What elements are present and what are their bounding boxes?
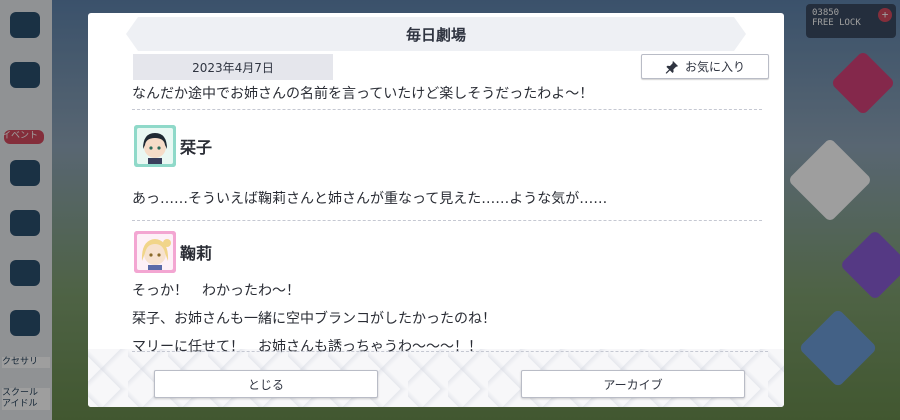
pin-icon	[665, 60, 679, 73]
divider	[132, 220, 762, 221]
dialogue-line: 栞子、お姉さんも一緒に空中ブランコがしたかったのね！	[132, 311, 496, 327]
speaker-name: 鞠莉	[180, 244, 213, 263]
favorite-button[interactable]: お気に入り	[641, 54, 769, 79]
divider	[132, 109, 762, 110]
dialogue-log[interactable]: なんだか途中でお姉さんの名前を言っていたけど楽しそうだったわよ〜！ 栞子 あっ……	[132, 85, 768, 355]
speaker-header: 鞠莉	[134, 231, 212, 273]
archive-button[interactable]: アーカイブ	[521, 370, 745, 398]
dialogue-line: あっ……そういえば鞠莉さんと姉さんが重なって見えた……ような気が……	[132, 191, 608, 207]
modal-title: 毎日劇場	[405, 25, 466, 44]
date-label: 2023年4月7日	[133, 54, 333, 80]
dialogue-line: そっか！ わかったわ〜！	[132, 283, 300, 299]
daily-theater-modal: 毎日劇場 2023年4月7日 お気に入り なんだか途中でお姉さんの名前を言ってい…	[88, 13, 784, 407]
avatar-shioriko	[134, 125, 176, 167]
dialogue-line-partial: なんだか途中でお姉さんの名前を言っていたけど楽しそうだったわよ〜！	[132, 86, 594, 102]
divider	[132, 351, 768, 352]
speaker-name: 栞子	[180, 138, 213, 157]
close-button[interactable]: とじる	[154, 370, 378, 398]
speaker-header: 栞子	[134, 125, 212, 167]
modal-header: 毎日劇場	[126, 17, 746, 51]
avatar-mari	[134, 231, 176, 273]
favorite-label: お気に入り	[684, 60, 745, 74]
